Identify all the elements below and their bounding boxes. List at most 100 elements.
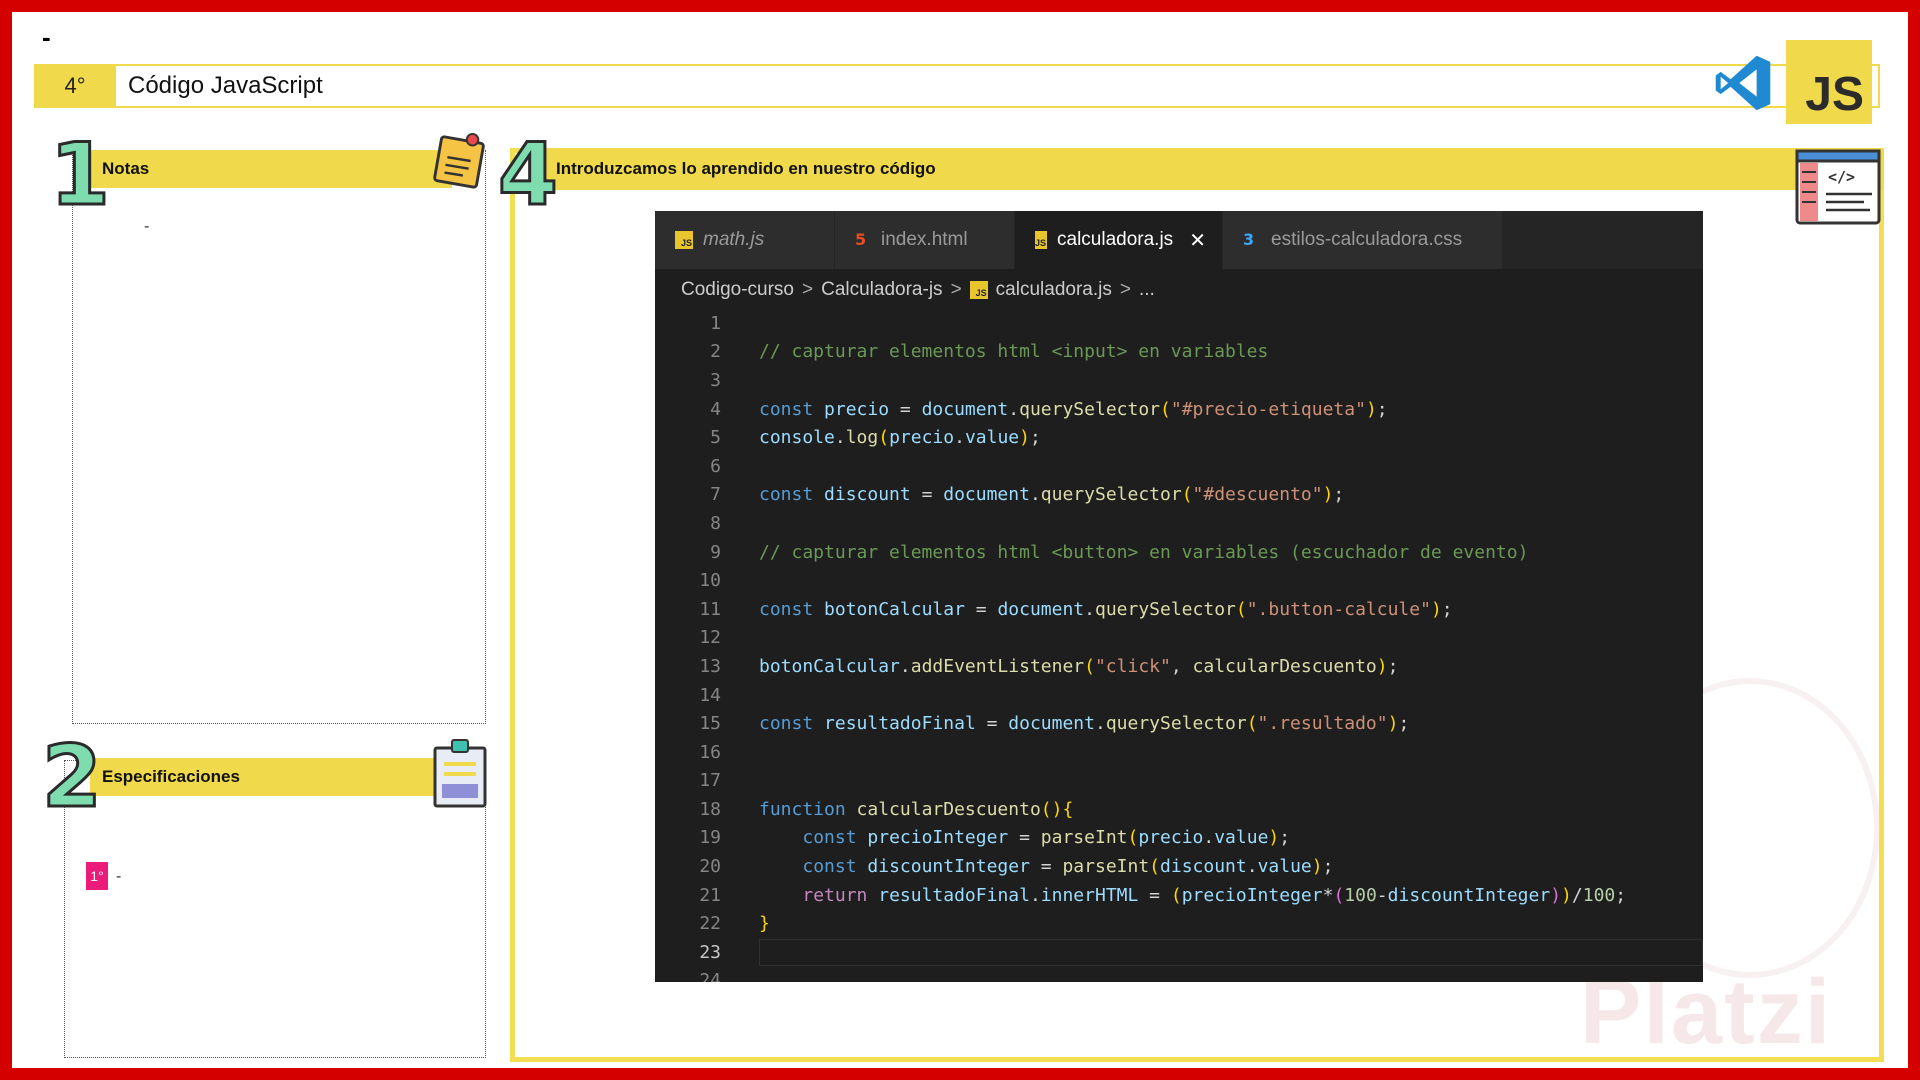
code-text: const botonCalcular = document.querySele…: [759, 598, 1453, 620]
line-number: 5: [710, 427, 721, 449]
specs-title: Especificaciones: [90, 758, 452, 796]
breadcrumb-item[interactable]: Calculadora-js: [821, 279, 942, 301]
tab-label: math.js: [703, 229, 765, 250]
breadcrumb: Codigo-curso > Calculadora-js > JS calcu…: [681, 273, 1155, 307]
js-file-icon: JS: [675, 231, 693, 249]
notes-body: -: [144, 218, 150, 235]
line-number: 3: [710, 369, 721, 391]
code-line[interactable]: 13 botonCalcular.addEventListener("click"…: [655, 652, 1703, 681]
code-line[interactable]: 18 function calcularDescuento(){: [655, 795, 1703, 824]
code-text: const discountInteger = parseInt(discoun…: [802, 856, 1334, 878]
code-text: // capturar elementos html <input> en va…: [759, 341, 1269, 363]
line-number: 24: [699, 970, 721, 982]
specs-body: -: [116, 868, 122, 885]
tab-calculadora-js[interactable]: JS calculadora.js ✕: [1015, 211, 1223, 269]
chevron-right-icon: >: [802, 279, 814, 300]
line-number: 7: [710, 484, 721, 506]
tab-label: calculadora.js: [1057, 229, 1174, 250]
code-text: const precio = document.querySelector("#…: [759, 398, 1388, 420]
header-number: 4°: [34, 64, 116, 108]
line-number: 22: [699, 913, 721, 935]
css-file-icon: 3: [1243, 230, 1255, 249]
code-line[interactable]: 20 const discountInteger = parseInt(disc…: [655, 852, 1703, 881]
line-number: 16: [699, 741, 721, 763]
js-badge: JS: [1786, 40, 1872, 124]
code-line[interactable]: 7 const discount = document.querySelector…: [655, 481, 1703, 510]
breadcrumb-item[interactable]: Codigo-curso: [681, 279, 794, 301]
code-window-icon: </>: [1795, 149, 1881, 225]
line-number: 8: [710, 512, 721, 534]
line-number: 6: [710, 455, 721, 477]
code-text: function calcularDescuento(){: [759, 798, 1074, 820]
notes-title: Notas: [90, 150, 452, 188]
code-line[interactable]: 19 const precioInteger = parseInt(precio…: [655, 824, 1703, 853]
code-line[interactable]: 16: [655, 738, 1703, 767]
code-line[interactable]: 21 return resultadoFinal.innerHTML = (pr…: [655, 881, 1703, 910]
code-editor: JS math.js 5 index.html JS calculadora.j…: [655, 211, 1703, 982]
chevron-right-icon: >: [950, 279, 962, 300]
code-line[interactable]: 3: [655, 366, 1703, 395]
code-line[interactable]: 14: [655, 681, 1703, 710]
close-icon[interactable]: ✕: [1189, 228, 1206, 252]
code-line[interactable]: 5 console.log(precio.value);: [655, 423, 1703, 452]
line-number: 12: [699, 627, 721, 649]
specs-box: [64, 760, 486, 1058]
js-file-icon: JS: [969, 281, 988, 299]
line-number: 21: [699, 884, 721, 906]
spec-chip: 1°: [86, 862, 108, 890]
editor-tabs: JS math.js 5 index.html JS calculadora.j…: [655, 211, 1703, 269]
line-number: 23: [699, 941, 721, 963]
tab-index-html[interactable]: 5 index.html: [835, 211, 1015, 269]
code-text: botonCalcular.addEventListener("click", …: [759, 655, 1399, 677]
code-line[interactable]: 9 // capturar elementos html <button> en …: [655, 538, 1703, 567]
code-line[interactable]: 17: [655, 767, 1703, 796]
specs-number: 2: [41, 727, 104, 827]
line-number: 15: [699, 713, 721, 735]
line-number: 13: [699, 655, 721, 677]
breadcrumb-item[interactable]: ...: [1139, 279, 1155, 301]
line-number: 17: [699, 770, 721, 792]
notes-box: [72, 150, 486, 724]
code-line[interactable]: 24: [655, 967, 1703, 982]
page-title: Código JavaScript: [128, 72, 323, 99]
code-text: return resultadoFinal.innerHTML = (preci…: [802, 884, 1627, 906]
line-number: 20: [699, 856, 721, 878]
svg-text:</>: </>: [1828, 168, 1855, 186]
code-line[interactable]: 22}: [655, 909, 1703, 938]
code-line[interactable]: 23: [655, 938, 1703, 967]
tab-estilos-css[interactable]: 3 estilos-calculadora.css: [1223, 211, 1503, 269]
code-line[interactable]: 10: [655, 566, 1703, 595]
top-dash: -: [42, 22, 51, 52]
js-file-icon: JS: [1035, 231, 1048, 249]
code-line[interactable]: 15 const resultadoFinal = document.queryS…: [655, 709, 1703, 738]
code-text: // capturar elementos html <button> en v…: [759, 541, 1529, 563]
line-number: 1: [710, 312, 721, 334]
line-number: 2: [710, 341, 721, 363]
code-line[interactable]: 2 // capturar elementos html <input> en v…: [655, 338, 1703, 367]
line-number: 4: [710, 398, 721, 420]
vscode-icon: [1715, 55, 1771, 111]
code-text: const resultadoFinal = document.querySel…: [759, 713, 1410, 735]
code-line[interactable]: 11 const botonCalcular = document.querySe…: [655, 595, 1703, 624]
sticky-note-icon: [433, 132, 485, 189]
line-number: 19: [699, 827, 721, 849]
tab-math-js[interactable]: JS math.js: [655, 211, 835, 269]
code-line[interactable]: 4 const precio = document.querySelector("…: [655, 395, 1703, 424]
code-title: Introduzcamos lo aprendido en nuestro có…: [544, 148, 1884, 190]
line-number: 11: [699, 598, 721, 620]
code-line[interactable]: 12: [655, 624, 1703, 653]
code-line[interactable]: 8: [655, 509, 1703, 538]
html-file-icon: 5: [855, 230, 867, 249]
breadcrumb-item[interactable]: calculadora.js: [996, 279, 1112, 301]
notes-number: 1: [49, 125, 112, 225]
code-text: const discount = document.querySelector(…: [759, 484, 1345, 506]
line-number: 10: [699, 570, 721, 592]
code-area[interactable]: 1 2// capturar elementos html <input> en …: [655, 309, 1703, 982]
code-line[interactable]: 6: [655, 452, 1703, 481]
code-line[interactable]: 1: [655, 309, 1703, 338]
clipboard-icon: [433, 739, 487, 808]
chevron-right-icon: >: [1119, 279, 1131, 300]
code-number: 4: [497, 125, 560, 225]
tab-label: estilos-calculadora.css: [1271, 229, 1463, 250]
line-number: 18: [699, 798, 721, 820]
